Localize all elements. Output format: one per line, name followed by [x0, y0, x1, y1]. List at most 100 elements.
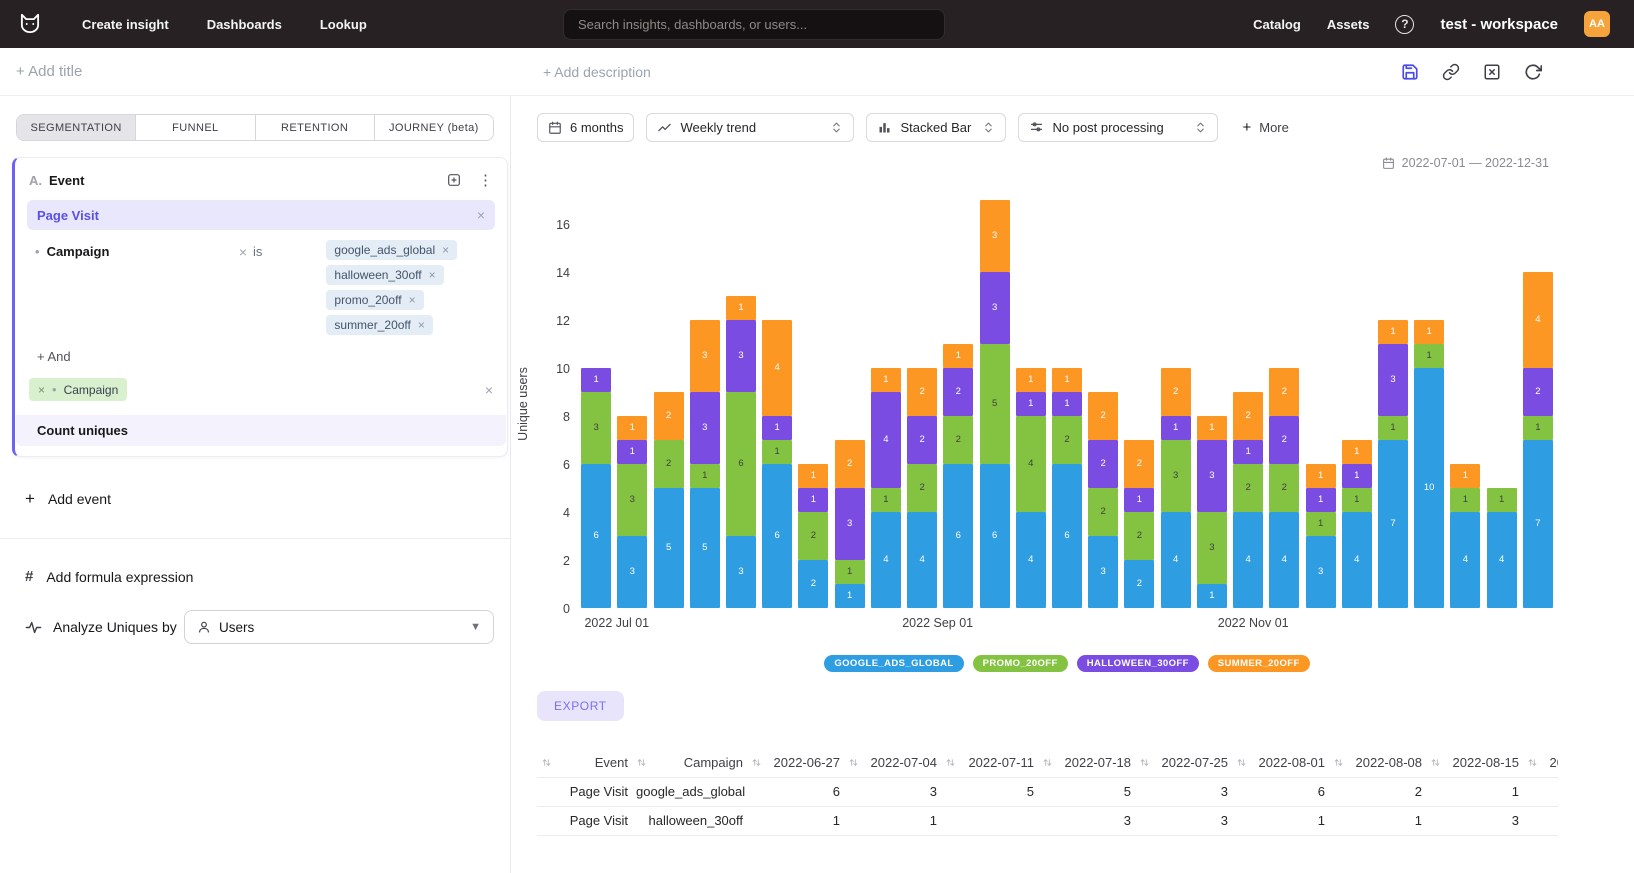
measure-selector[interactable]: Count uniques: [16, 415, 506, 446]
bar-segment-promo_20off[interactable]: 4: [1016, 416, 1046, 512]
filter-operator[interactable]: is: [253, 240, 262, 259]
workspace-name[interactable]: test - workspace: [1440, 16, 1558, 33]
bar-segment-summer_20off[interactable]: 1: [943, 344, 973, 368]
bar-segment-summer_20off[interactable]: 4: [762, 320, 792, 416]
bar-segment-halloween_30off[interactable]: 1: [1306, 488, 1336, 512]
column-header-2022-07-18[interactable]: 2022-07-18: [1038, 748, 1135, 777]
remove-event-icon[interactable]: ×: [477, 208, 485, 222]
bar-segment-promo_20off[interactable]: 1: [835, 560, 865, 584]
column-header-campaign[interactable]: Campaign: [632, 748, 747, 777]
remove-breakdown-icon[interactable]: ×: [38, 384, 45, 396]
bar-2022-11-07[interactable]: 4222: [1269, 368, 1299, 608]
trend-select[interactable]: Weekly trend: [646, 113, 854, 142]
bar-segment-promo_20off[interactable]: 3: [1197, 512, 1227, 584]
bar-segment-summer_20off[interactable]: 2: [1161, 368, 1191, 416]
bar-segment-promo_20off[interactable]: 1: [1342, 488, 1372, 512]
bar-segment-promo_20off[interactable]: 1: [1523, 416, 1553, 440]
bar-segment-summer_20off[interactable]: 1: [871, 368, 901, 392]
bar-segment-halloween_30off[interactable]: 1: [1124, 488, 1154, 512]
bar-segment-summer_20off[interactable]: 2: [835, 440, 865, 488]
bar-segment-halloween_30off[interactable]: 2: [1523, 368, 1553, 416]
bar-2022-10-10[interactable]: 2212: [1124, 440, 1154, 608]
bar-segment-google_ads_global[interactable]: 4: [871, 512, 901, 608]
bar-2022-12-19[interactable]: 41: [1487, 488, 1517, 608]
remove-filter-value-icon[interactable]: ×: [442, 243, 449, 257]
bar-segment-halloween_30off[interactable]: 1: [762, 416, 792, 440]
bar-segment-google_ads_global[interactable]: 10: [1414, 368, 1444, 608]
bar-2022-09-26[interactable]: 6211: [1052, 368, 1082, 608]
bar-segment-google_ads_global[interactable]: 5: [654, 488, 684, 608]
bar-segment-summer_20off[interactable]: 1: [1016, 368, 1046, 392]
bar-2022-08-01[interactable]: 6114: [762, 320, 792, 608]
bar-segment-halloween_30off[interactable]: 4: [871, 392, 901, 488]
bar-segment-halloween_30off[interactable]: 3: [1197, 440, 1227, 512]
bar-2022-10-31[interactable]: 4212: [1233, 392, 1263, 608]
bar-segment-promo_20off[interactable]: 1: [1414, 344, 1444, 368]
logo-cat-icon[interactable]: [16, 10, 44, 38]
refresh-button[interactable]: [1524, 63, 1542, 81]
filter-property[interactable]: Campaign: [47, 244, 110, 259]
bar-segment-google_ads_global[interactable]: 3: [1306, 536, 1336, 608]
column-header-2022-08-08[interactable]: 2022-08-08: [1329, 748, 1426, 777]
breakdown-pill[interactable]: × • Campaign: [29, 378, 127, 401]
remove-filter-icon[interactable]: ×: [239, 245, 247, 259]
bar-segment-google_ads_global[interactable]: 6: [980, 464, 1010, 608]
legend-item-summer_20off[interactable]: SUMMER_20OFF: [1208, 655, 1310, 672]
add-description-field[interactable]: + Add description: [543, 64, 651, 80]
bar-2022-06-27[interactable]: 631: [581, 368, 611, 608]
bar-segment-promo_20off[interactable]: 6: [726, 392, 756, 536]
bar-segment-promo_20off[interactable]: 2: [1124, 512, 1154, 560]
add-title-field[interactable]: + Add title: [16, 63, 82, 80]
export-button[interactable]: EXPORT: [537, 691, 624, 721]
bar-segment-summer_20off[interactable]: 1: [798, 464, 828, 488]
duplicate-plus-icon[interactable]: [446, 172, 462, 188]
post-processing-select[interactable]: No post processing: [1018, 113, 1218, 142]
bar-segment-halloween_30off[interactable]: 3: [690, 392, 720, 464]
legend-item-google_ads_global[interactable]: GOOGLE_ADS_GLOBAL: [824, 655, 963, 672]
bar-2022-10-24[interactable]: 1331: [1197, 416, 1227, 608]
bar-segment-summer_20off[interactable]: 3: [690, 320, 720, 392]
bar-segment-halloween_30off[interactable]: 1: [1342, 464, 1372, 488]
bar-2022-08-22[interactable]: 4141: [871, 368, 901, 608]
bar-segment-halloween_30off[interactable]: 3: [835, 488, 865, 560]
bar-segment-halloween_30off[interactable]: 2: [943, 368, 973, 416]
bar-segment-summer_20off[interactable]: 1: [1197, 416, 1227, 440]
bar-2022-08-15[interactable]: 1132: [835, 440, 865, 608]
bar-segment-google_ads_global[interactable]: 3: [726, 536, 756, 608]
bar-segment-halloween_30off[interactable]: 1: [1161, 416, 1191, 440]
bar-segment-google_ads_global[interactable]: 3: [617, 536, 647, 608]
bar-segment-halloween_30off[interactable]: 1: [581, 368, 611, 392]
bar-segment-google_ads_global[interactable]: 4: [1450, 512, 1480, 608]
bar-segment-promo_20off[interactable]: 2: [1233, 464, 1263, 512]
bar-segment-promo_20off[interactable]: 5: [980, 344, 1010, 464]
bar-segment-halloween_30off[interactable]: 1: [798, 488, 828, 512]
bar-2022-12-26[interactable]: 7124: [1523, 272, 1553, 608]
date-range-button[interactable]: 6 months: [537, 113, 634, 142]
column-header-2022-07-11[interactable]: 2022-07-11: [941, 748, 1038, 777]
bar-2022-12-05[interactable]: 1011: [1414, 320, 1444, 608]
bar-segment-promo_20off[interactable]: 1: [1306, 512, 1336, 536]
filter-value-tag[interactable]: promo_20off×: [326, 290, 423, 310]
bar-segment-google_ads_global[interactable]: 2: [798, 560, 828, 608]
bar-segment-google_ads_global[interactable]: 7: [1523, 440, 1553, 608]
filter-value-tag[interactable]: google_ads_global×: [326, 240, 457, 260]
bar-segment-halloween_30off[interactable]: 3: [980, 272, 1010, 344]
chart-type-select[interactable]: Stacked Bar: [866, 113, 1006, 142]
bar-segment-summer_20off[interactable]: 1: [1450, 464, 1480, 488]
column-header-2022-06-27[interactable]: 2022-06-27: [747, 748, 844, 777]
bar-segment-google_ads_global[interactable]: 4: [1016, 512, 1046, 608]
bar-segment-halloween_30off[interactable]: 1: [617, 440, 647, 464]
bar-segment-halloween_30off[interactable]: 1: [1233, 440, 1263, 464]
bar-2022-11-14[interactable]: 3111: [1306, 464, 1336, 608]
bar-segment-promo_20off[interactable]: 3: [581, 392, 611, 464]
bar-segment-summer_20off[interactable]: 4: [1523, 272, 1553, 368]
help-icon[interactable]: ?: [1395, 15, 1414, 34]
bar-segment-halloween_30off[interactable]: 3: [1378, 344, 1408, 416]
avatar[interactable]: AA: [1584, 11, 1610, 37]
bar-segment-google_ads_global[interactable]: 1: [835, 584, 865, 608]
bar-segment-google_ads_global[interactable]: 4: [907, 512, 937, 608]
bar-segment-google_ads_global[interactable]: 2: [1124, 560, 1154, 608]
add-event-button[interactable]: + Add event: [25, 489, 510, 509]
bar-segment-summer_20off[interactable]: 1: [1414, 320, 1444, 344]
bar-2022-10-03[interactable]: 3222: [1088, 392, 1118, 608]
